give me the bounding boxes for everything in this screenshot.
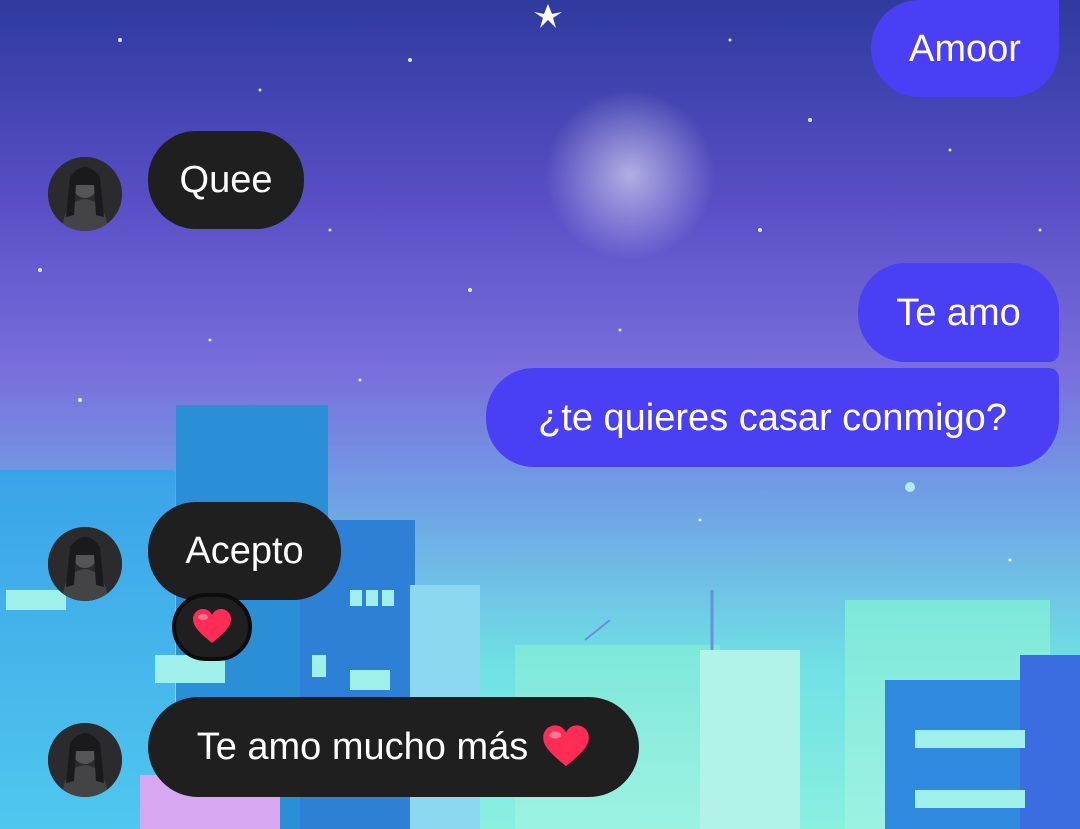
heart-icon (543, 725, 590, 767)
contact-avatar[interactable] (48, 157, 122, 231)
outgoing-message-bubble[interactable]: ¿te quieres casar conmigo? (486, 368, 1059, 467)
message-text: Amoor (909, 27, 1021, 70)
message-thread: Amoor Quee Te amo ¿te quieres casar conm… (0, 0, 1080, 829)
message-text: ¿te quieres casar conmigo? (538, 396, 1007, 439)
message-text: Te amo (896, 291, 1021, 334)
outgoing-message-bubble[interactable]: Te amo (858, 263, 1059, 362)
contact-avatar[interactable] (48, 527, 122, 601)
avatar-photo-icon (48, 157, 122, 231)
avatar-photo-icon (48, 723, 122, 797)
outgoing-message-bubble[interactable]: Amoor (871, 0, 1059, 97)
incoming-message-bubble[interactable]: Te amo mucho más (148, 697, 639, 797)
message-text: Acepto (185, 530, 304, 572)
incoming-message-bubble[interactable]: Quee (148, 131, 304, 229)
message-text: Quee (179, 159, 273, 201)
message-text: Te amo mucho más (196, 726, 529, 768)
contact-avatar[interactable] (48, 723, 122, 797)
heart-icon (193, 609, 231, 643)
avatar-photo-icon (48, 527, 122, 601)
incoming-message-bubble[interactable]: Acepto (148, 502, 341, 600)
message-reaction[interactable] (172, 593, 252, 661)
